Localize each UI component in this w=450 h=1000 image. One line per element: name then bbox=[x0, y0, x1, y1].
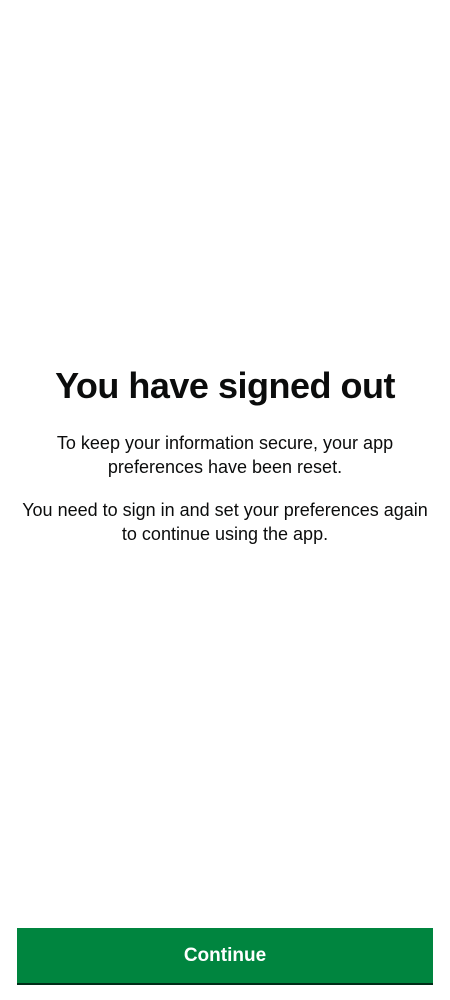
signed-out-screen: You have signed out To keep your informa… bbox=[0, 0, 450, 1000]
signed-out-message: You have signed out To keep your informa… bbox=[0, 362, 450, 546]
reset-info-text: To keep your information secure, your ap… bbox=[56, 433, 394, 477]
sign-in-again-text: You need to sign in and set your prefere… bbox=[22, 500, 428, 544]
page-title: You have signed out bbox=[55, 365, 395, 406]
continue-button[interactable]: Continue bbox=[17, 928, 433, 983]
